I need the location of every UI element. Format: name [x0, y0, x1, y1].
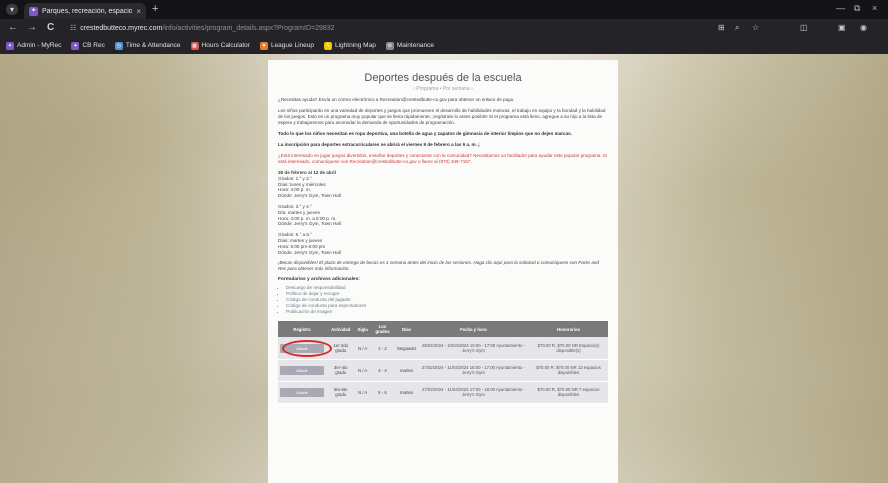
bookmark-cb-rec[interactable]: ✦ CB Rec	[71, 41, 105, 50]
new-tab-button[interactable]: +	[152, 3, 158, 15]
gear-text: Todo lo que los niños necesitan es ropa …	[278, 131, 572, 136]
trophy-icon: ▼	[259, 41, 268, 50]
web-page: Deportes después de la escuela ‹ Program…	[0, 54, 888, 483]
table-row: Añadir 1er-2do grado N / A 1 - 2 Megawat…	[278, 337, 608, 360]
back-button[interactable]: ←	[8, 22, 18, 33]
tab-close-icon[interactable]: ×	[136, 7, 141, 16]
files-heading: Formularios y archivos adicionales:	[278, 277, 360, 283]
program-content: Deportes después de la escuela ‹ Program…	[268, 60, 618, 483]
translate-icon[interactable]: ⊞	[718, 23, 725, 32]
reload-button[interactable]: C	[47, 22, 54, 33]
url-host: crestedbutteco.myrec.com	[80, 24, 163, 32]
bookmark-lightning-map[interactable]: ϟ Lightning Map	[323, 41, 376, 50]
bookmark-time-attendance[interactable]: ◷ Time & Attendance	[114, 41, 181, 50]
files-list: Descargo de responsabilidad Política de …	[278, 285, 608, 315]
fee-cell: $70.00 R, $70.00 NR 7 espacios disponibl…	[529, 381, 608, 404]
days-cell: Megawatt	[395, 337, 418, 360]
url-path: /info/activities/program_details.aspx?Pr…	[162, 24, 335, 32]
session-3: Grados: 5.° a 6.° Días: martes y jueves …	[278, 232, 341, 255]
dates-cell: 27/02/2024 - 11/04/2024 17:00 - 18:00 Ay…	[417, 381, 530, 404]
bookmark-admin-myrec[interactable]: ✦ Admin - MyRec	[6, 41, 61, 50]
fee-cell: $70.00 R, $70.00 NR 13 espacios disponib…	[529, 359, 608, 382]
column-header: Fecha y hora	[417, 321, 530, 338]
scholarship-note: ¡Becas disponibles! El plazo de entrega …	[278, 260, 599, 272]
bookmarks-bar: ✦ Admin - MyRec ✦ CB Rec ◷ Time & Attendanc…	[0, 37, 888, 54]
days-cell: martes	[395, 359, 418, 382]
forward-button[interactable]: →	[27, 22, 37, 33]
column-header: Registro	[278, 321, 326, 338]
clock-icon: ◷	[114, 41, 123, 50]
column-header: Sigla	[355, 321, 370, 338]
grades-cell: 3 - 4	[369, 359, 396, 382]
myrec-icon: ✦	[6, 41, 14, 50]
bookmark-hours-calculator[interactable]: ▦ Hours Calculator	[190, 41, 250, 50]
grades-cell: 1 - 2	[369, 337, 396, 360]
browser-toolbar: ← → C ☷ crestedbutteco.myrec.com /info/a…	[0, 19, 888, 37]
table-row: Añadir 3er-4to grado N / A 3 - 4 martes …	[278, 359, 608, 382]
add-button[interactable]: Añadir	[280, 387, 324, 397]
description-text: Los niños participarán en una variedad d…	[278, 108, 606, 125]
title-bar: ▾ ✦ Parques, recreación, espacios a × + …	[0, 0, 888, 19]
zoom-icon[interactable]: ⌕	[735, 23, 739, 33]
maximize-button[interactable]: ⧉	[854, 3, 860, 14]
myrec-icon: ✦	[71, 41, 80, 50]
registration-table: Registro Actividad Sigla Los grados Días…	[278, 321, 608, 404]
volunteer-text: ¿Está interesado en jugar juegos diverti…	[278, 153, 607, 164]
calculator-icon: ▦	[190, 41, 199, 50]
address-bar[interactable]: ☷ crestedbutteco.myrec.com /info/activit…	[68, 21, 806, 35]
age-cell: N / A	[355, 381, 370, 404]
window-menu-icon[interactable]: ▾	[6, 4, 18, 15]
tab-favicon-icon: ✦	[29, 6, 38, 16]
help-text: ¿Necesitas ayuda? Envía un correo electr…	[278, 97, 515, 102]
age-cell: N / A	[355, 337, 370, 360]
bookmark-league-lineup[interactable]: ▼ League Lineup	[259, 41, 314, 50]
grades-cell: 5 - 6	[369, 381, 396, 404]
fee-cell: $70.00 R, $70.00 NR Espacio(s) disponibl…	[529, 337, 608, 360]
dates-cell: 27/02/2024 - 11/04/2024 16:00 - 17:00 Ay…	[417, 359, 530, 382]
site-info-icon[interactable]: ☷	[70, 24, 76, 32]
activity-cell: 3er-4to grado	[326, 359, 356, 382]
days-cell: martes	[395, 381, 418, 404]
sidebar-icon[interactable]: ▣	[838, 23, 846, 32]
minimize-button[interactable]: —	[836, 3, 845, 13]
column-header: Actividad	[326, 321, 356, 338]
column-header: Los grados	[369, 321, 396, 338]
registration-open-text: La inscripción para deportes extracurric…	[278, 142, 480, 147]
dates-cell: 28/02/2024 - 10/04/2024 16:00 - 17:00 Ay…	[417, 337, 530, 360]
bookmark-star-icon[interactable]: ☆	[752, 23, 759, 32]
table-row: Añadir 5to-6to grado N / A 5 - 6 martes …	[278, 381, 608, 404]
lightning-icon: ϟ	[323, 41, 332, 50]
tab-title: Parques, recreación, espacios a	[42, 7, 133, 15]
extensions-icon[interactable]: ◫	[800, 23, 808, 32]
wrench-icon: ⚙	[385, 41, 394, 50]
profile-avatar-icon[interactable]: ◉	[860, 23, 867, 32]
file-link[interactable]: Publicación de imagen	[286, 309, 608, 315]
bookmark-maintenance[interactable]: ⚙ Maintenance	[385, 41, 434, 50]
session-2: Grados: 3.° y 4.° Día: martes y jueves H…	[278, 203, 341, 227]
column-header: Honorarios	[529, 321, 608, 338]
browser-tab[interactable]: ✦ Parques, recreación, espacios a ×	[24, 3, 146, 19]
column-header: Días	[395, 321, 418, 338]
breadcrumb[interactable]: ‹ Programa • Por semana ›	[278, 86, 608, 92]
table-header-row: Registro Actividad Sigla Los grados Días…	[278, 321, 608, 338]
page-title: Deportes después de la escuela	[364, 72, 522, 84]
highlight-circle	[282, 340, 332, 358]
session-1: 28 de febrero al 12 de abril Grados: 1.°…	[278, 170, 341, 199]
activity-cell: 5to-6to grado	[326, 381, 356, 404]
age-cell: N / A	[355, 359, 370, 382]
add-button[interactable]: Añadir	[280, 365, 324, 375]
close-window-button[interactable]: ×	[872, 3, 877, 13]
